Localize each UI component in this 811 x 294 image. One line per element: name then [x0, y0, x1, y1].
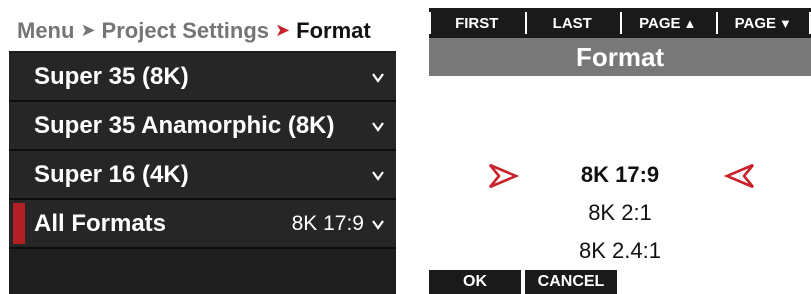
dialog-title-text: Format [575, 41, 665, 72]
format-option-label: 8K 2:1 [588, 200, 652, 225]
menu-item-super16-4k[interactable]: Super 16 (4K) [9, 151, 396, 200]
format-dialog: FIRST LAST PAGE ▲ PAGE ▼ Format 8K 17:9 … [429, 8, 811, 294]
breadcrumb-menu[interactable]: Menu [17, 18, 74, 44]
format-option-label: 8K 17:9 [580, 162, 660, 187]
menu-item-label: Super 16 (4K) [34, 160, 189, 188]
chevron-down-icon [372, 219, 384, 230]
breadcrumb-separator-icon: ➤ [80, 20, 96, 40]
red-arrow-right-icon [488, 163, 520, 189]
menu-item-all-formats[interactable]: All Formats 8K 17:9 [9, 200, 396, 249]
first-label: FIRST [455, 14, 499, 32]
breadcrumb: Menu ➤ Project Settings ➤ Format [9, 10, 396, 53]
page-down-button[interactable]: PAGE ▼ [715, 8, 811, 38]
ok-button[interactable]: OK [429, 270, 521, 294]
ok-label: OK [463, 273, 487, 290]
format-option[interactable]: 8K 2:1 [429, 194, 811, 232]
format-option-selected[interactable]: 8K 17:9 [429, 156, 811, 194]
menu-panel: Menu ➤ Project Settings ➤ Format Super 3… [9, 10, 396, 294]
red-arrow-left-icon [723, 163, 755, 189]
menu-item-label: Super 35 (8K) [34, 62, 189, 90]
softkey-bar: FIRST LAST PAGE ▲ PAGE ▼ [429, 8, 811, 38]
triangle-up-icon: ▲ [683, 15, 697, 31]
format-option[interactable]: 8K 2.4:1 [429, 232, 811, 270]
format-option-list: 8K 17:9 8K 2:1 8K 2.4:1 [429, 156, 811, 270]
cancel-button[interactable]: CANCEL [525, 270, 617, 294]
chevron-down-icon [372, 121, 384, 132]
menu-item-super35-anamorphic-8k[interactable]: Super 35 Anamorphic (8K) [9, 102, 396, 151]
menu-item-value: 8K 17:9 [291, 211, 364, 235]
menu-item-label: All Formats [34, 209, 167, 237]
last-button[interactable]: LAST [524, 8, 621, 38]
breadcrumb-separator-icon: ➤ [275, 20, 291, 40]
breadcrumb-project-settings[interactable]: Project Settings [102, 18, 269, 44]
last-label: LAST [552, 14, 592, 32]
chevron-down-icon [372, 72, 384, 83]
menu-item-label: Super 35 Anamorphic (8K) [34, 111, 335, 139]
page-up-button[interactable]: PAGE ▲ [620, 8, 716, 38]
selection-indicator [13, 203, 25, 244]
page-down-label: PAGE [734, 14, 777, 32]
triangle-down-icon: ▼ [779, 15, 792, 31]
cancel-label: CANCEL [537, 273, 605, 290]
breadcrumb-current: Format [296, 17, 371, 43]
format-option-label: 8K 2.4:1 [579, 238, 661, 263]
chevron-down-icon [372, 170, 384, 181]
dialog-actions: OK CANCEL [429, 270, 617, 294]
dialog-title: Format [429, 38, 811, 76]
first-button[interactable]: FIRST [429, 8, 525, 38]
menu-item-super35-8k[interactable]: Super 35 (8K) [9, 53, 396, 102]
page-up-label: PAGE [639, 14, 681, 32]
menu-empty-area [9, 249, 396, 294]
